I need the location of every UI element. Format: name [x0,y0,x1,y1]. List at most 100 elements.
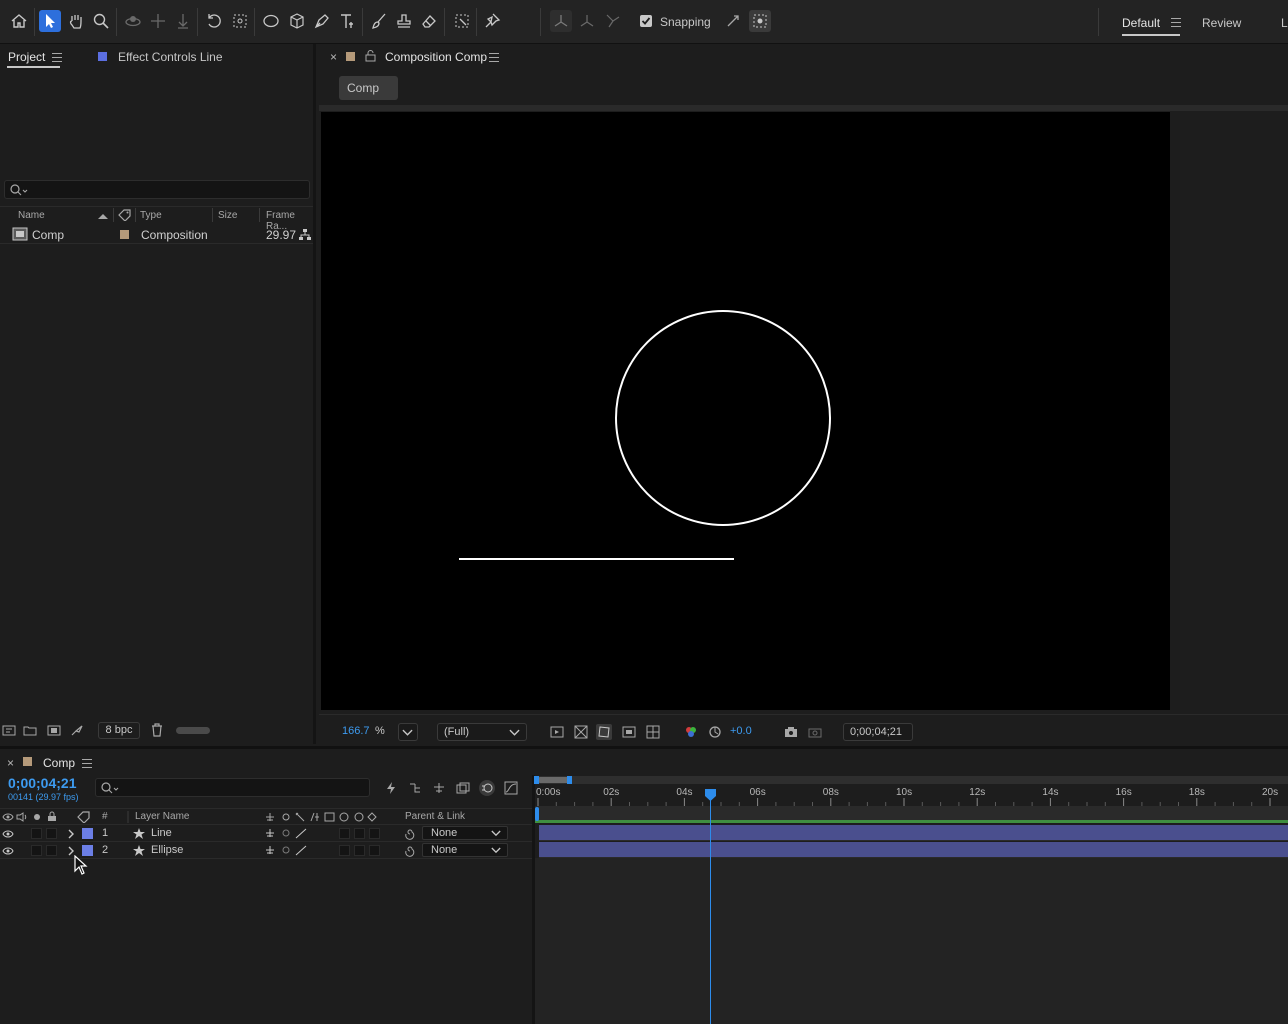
snapshot-camera-icon[interactable] [783,724,799,740]
sort-asc-icon[interactable] [96,211,110,221]
clone-stamp-tool-icon[interactable] [393,10,415,32]
pickwhip-icon[interactable] [404,828,416,840]
layer-bar-ellipse[interactable] [539,842,1288,858]
workspace-menu-icon[interactable] [1171,18,1181,27]
lock-icon[interactable] [47,811,57,822]
motion-blur-icon[interactable] [479,780,495,796]
composition-canvas[interactable] [321,112,1170,710]
frame-blending-icon[interactable] [455,780,471,796]
tab-timeline-comp[interactable]: Comp [43,756,75,770]
local-axis-mode-icon[interactable] [550,10,572,32]
timeline-search-input[interactable] [95,778,370,797]
zoom-value[interactable]: 166.7 [342,725,370,737]
column-type[interactable]: Type [140,210,162,221]
pan-camera-icon[interactable] [147,10,169,32]
rotate-tool-icon[interactable] [203,10,225,32]
shy-layers-icon[interactable] [431,780,447,796]
pen-tool-icon[interactable] [311,10,333,32]
mask-visibility-icon[interactable] [596,724,612,740]
layer-switch-box[interactable] [369,828,380,839]
fast-previews-icon[interactable] [549,724,565,740]
time-navigator[interactable] [535,776,1288,784]
playhead-handle[interactable] [704,789,716,801]
zoom-tool-icon[interactable] [90,10,112,32]
item-label-color[interactable] [120,230,129,239]
project-menu-icon[interactable] [52,53,62,62]
current-time[interactable]: 0;00;04;21 [8,775,77,791]
column-number[interactable]: # [102,811,108,822]
breadcrumb-comp[interactable]: Comp [339,76,398,100]
new-composition-icon[interactable] [47,724,61,737]
hand-tool-icon[interactable] [65,10,87,32]
show-snapshot-icon[interactable] [807,724,823,740]
lock-toggle[interactable] [46,845,57,856]
eye-icon[interactable] [2,812,14,822]
navigator-end-handle[interactable] [567,776,572,784]
workspace-default[interactable]: Default [1122,16,1160,30]
trash-icon[interactable] [150,723,164,737]
workspace-review[interactable]: Review [1202,16,1241,30]
exposure-value[interactable]: +0.0 [730,725,752,737]
layer-name[interactable]: Ellipse [151,844,183,856]
color-channels-icon[interactable] [683,724,699,740]
tab-composition[interactable]: Composition Comp [385,50,487,64]
grid-guides-icon[interactable] [645,724,661,740]
new-folder-icon[interactable] [23,724,37,737]
work-area-bar[interactable] [535,820,1288,823]
layer-switch-box[interactable] [339,845,350,856]
parent-dropdown[interactable]: None [422,826,508,840]
region-of-interest-icon[interactable] [621,724,637,740]
dolly-camera-icon[interactable] [172,10,194,32]
world-axis-mode-icon[interactable] [576,10,598,32]
switches-icons[interactable] [264,811,378,823]
column-size[interactable]: Size [218,210,237,221]
close-icon[interactable]: × [330,50,337,64]
layer-switches[interactable] [264,828,308,839]
roto-brush-tool-icon[interactable] [451,10,473,32]
layer-bar-line[interactable] [539,825,1288,841]
puppet-pin-tool-icon[interactable] [481,10,503,32]
close-icon[interactable]: × [7,756,14,770]
ellipse-shape[interactable] [615,310,831,526]
layer-switch-box[interactable] [354,845,365,856]
flowchart-icon[interactable] [298,228,312,241]
anchor-point-tool-icon[interactable] [229,10,251,32]
timeline-menu-icon[interactable] [82,759,92,768]
snap-features-icon[interactable] [749,10,771,32]
layer-switch-box[interactable] [354,828,365,839]
lock-icon[interactable] [365,50,376,62]
bit-depth-button[interactable]: 8 bpc [98,722,140,739]
reset-exposure-icon[interactable] [707,724,723,740]
composition-menu-icon[interactable] [489,53,499,62]
interpret-footage-icon[interactable] [2,724,16,737]
layer-switch-box[interactable] [339,828,350,839]
layer-switches[interactable] [264,845,308,856]
brush-tool-icon[interactable] [368,10,390,32]
audio-icon[interactable] [16,812,28,822]
table-row[interactable]: 1 Line None [0,825,532,842]
column-layer-name[interactable]: Layer Name [135,811,189,822]
resolution-dropdown[interactable]: (Full) [437,723,527,741]
solo-toggle[interactable] [31,845,42,856]
render-queue-icon[interactable] [70,724,84,737]
thumbnail-size-slider[interactable] [176,727,210,734]
snapping-checkbox[interactable] [640,15,652,27]
pickwhip-icon[interactable] [404,845,416,857]
time-navigator-range[interactable] [537,777,571,783]
lock-toggle[interactable] [46,828,57,839]
view-axis-mode-icon[interactable] [602,10,624,32]
column-name[interactable]: Name [18,210,45,221]
list-item[interactable]: Comp Composition 29.97 [0,225,313,244]
layer-name[interactable]: Line [151,827,172,839]
transparency-grid-icon[interactable] [573,724,589,740]
tab-project[interactable]: Project [8,50,45,64]
navigator-start-handle[interactable] [534,776,539,784]
label-tag-icon[interactable] [118,209,132,221]
eraser-tool-icon[interactable] [418,10,440,32]
type-tool-icon[interactable] [336,10,358,32]
current-time-display[interactable]: 0;00;04;21 [843,723,913,741]
column-parent-link[interactable]: Parent & Link [405,811,465,822]
zoom-dropdown[interactable] [398,723,418,741]
chevron-right-icon[interactable] [67,829,75,839]
solo-icon[interactable] [32,812,42,822]
